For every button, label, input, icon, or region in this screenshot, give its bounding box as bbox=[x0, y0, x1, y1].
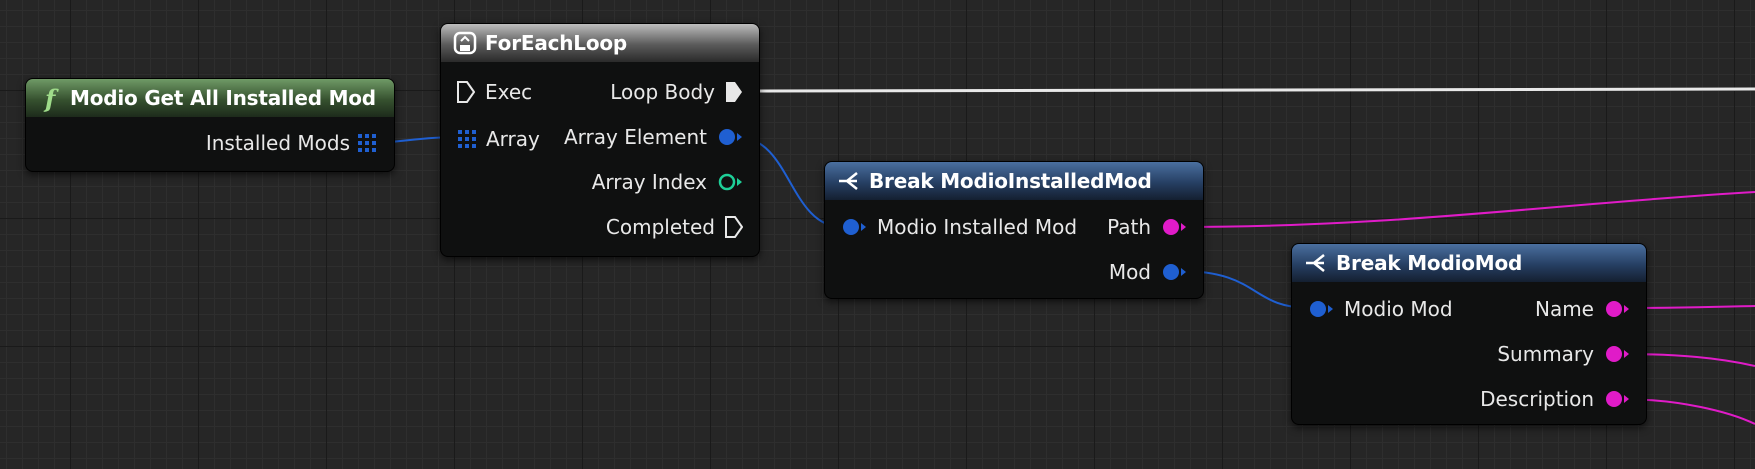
node-title: Break ModioMod bbox=[1336, 251, 1523, 275]
loop-icon bbox=[453, 31, 477, 55]
wire-path[interactable] bbox=[1179, 191, 1755, 228]
wire-loop-body[interactable] bbox=[739, 87, 1755, 93]
pin-label-mod: Mod bbox=[1108, 260, 1151, 284]
struct-pin-icon[interactable] bbox=[841, 217, 867, 237]
node-get-all-installed-mod[interactable]: f Modio Get All Installed Mod Installed … bbox=[25, 78, 395, 172]
node-break-modio-installed-mod[interactable]: Break ModioInstalledMod Modio Installed … bbox=[824, 161, 1204, 299]
array-pin-icon[interactable] bbox=[358, 134, 376, 152]
pin-label-array-index: Array Index bbox=[591, 170, 707, 194]
integer-pin-icon[interactable] bbox=[717, 172, 743, 192]
pin-label-exec: Exec bbox=[485, 80, 533, 104]
node-header[interactable]: Break ModioMod bbox=[1292, 244, 1646, 282]
struct-pin-icon[interactable] bbox=[1308, 299, 1334, 319]
exec-in-pin-icon[interactable] bbox=[457, 81, 475, 103]
node-for-each-loop[interactable]: ForEachLoop Exec Array Loop Body Array E… bbox=[440, 23, 760, 257]
function-icon: f bbox=[44, 83, 56, 113]
pin-label-array: Array bbox=[486, 127, 540, 151]
string-pin-icon[interactable] bbox=[1604, 299, 1630, 319]
exec-out-pin-icon[interactable] bbox=[725, 216, 743, 238]
string-pin-icon[interactable] bbox=[1604, 344, 1630, 364]
pin-label-name: Name bbox=[1534, 297, 1594, 321]
node-title: ForEachLoop bbox=[485, 31, 628, 55]
exec-out-pin-icon[interactable] bbox=[725, 81, 743, 103]
array-pin-icon[interactable] bbox=[458, 130, 476, 148]
struct-pin-icon[interactable] bbox=[717, 127, 743, 147]
pin-label-array-element: Array Element bbox=[563, 125, 707, 149]
break-struct-icon bbox=[837, 169, 861, 193]
pin-label-modio-mod: Modio Mod bbox=[1344, 297, 1453, 321]
node-header[interactable]: f Modio Get All Installed Mod bbox=[26, 79, 394, 117]
node-header[interactable]: ForEachLoop bbox=[441, 24, 759, 62]
pin-label-summary: Summary bbox=[1497, 342, 1594, 366]
pin-label-installed-mods: Installed Mods bbox=[205, 131, 350, 155]
pin-label-loop-body: Loop Body bbox=[610, 80, 715, 104]
node-break-modio-mod[interactable]: Break ModioMod Modio Mod Name Summary De… bbox=[1291, 243, 1647, 425]
string-pin-icon[interactable] bbox=[1161, 217, 1187, 237]
pin-label-completed: Completed bbox=[605, 215, 715, 239]
struct-pin-icon[interactable] bbox=[1161, 262, 1187, 282]
pin-label-description: Description bbox=[1480, 387, 1594, 411]
node-title: Break ModioInstalledMod bbox=[869, 169, 1152, 193]
pin-label-modio-installed-mod: Modio Installed Mod bbox=[877, 215, 1078, 239]
break-struct-icon bbox=[1304, 251, 1328, 275]
string-pin-icon[interactable] bbox=[1604, 389, 1630, 409]
node-title: Modio Get All Installed Mod bbox=[70, 86, 376, 110]
pin-label-path: Path bbox=[1107, 215, 1151, 239]
node-header[interactable]: Break ModioInstalledMod bbox=[825, 162, 1203, 200]
